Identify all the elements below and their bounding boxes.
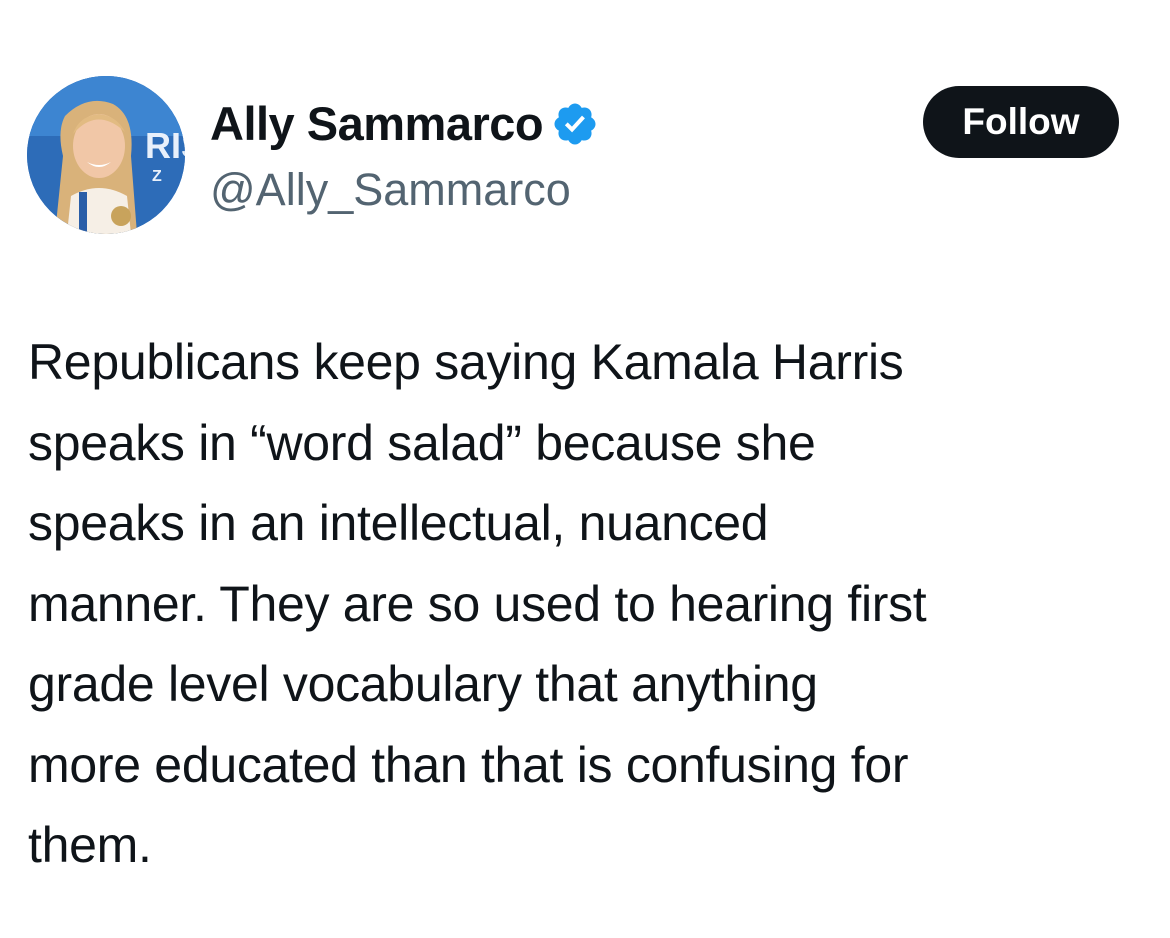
tweet-card: RIS Z Ally Sammarco @Ally_Sammarco Follo… <box>0 0 1170 938</box>
avatar-image: RIS Z <box>27 76 185 234</box>
verified-badge-icon[interactable] <box>551 100 599 148</box>
tweet-text-line: speaks in “word salad” because she <box>28 414 816 471</box>
tweet-text-line: Republicans keep saying Kamala Harris <box>28 334 904 390</box>
author-name-row: Ally Sammarco <box>210 94 599 154</box>
avatar[interactable]: RIS Z <box>27 76 185 234</box>
tweet-text-line: more educated than that is confusing for <box>28 736 909 793</box>
avatar-backdrop-text: RIS <box>145 125 185 166</box>
tweet-text-line: grade level vocabulary that anything <box>28 656 818 712</box>
follow-button[interactable]: Follow <box>923 86 1119 158</box>
tweet-text: Republicans keep saying Kamala Harris sp… <box>28 322 1138 886</box>
avatar-backdrop-text-2: Z <box>152 168 162 185</box>
tweet-text-line: speaks in an intellectual, nuanced <box>28 495 769 551</box>
tweet-text-line: them. <box>28 817 152 873</box>
author-display-name[interactable]: Ally Sammarco <box>210 94 544 154</box>
tweet-text-line: manner. They are so used to hearing firs… <box>28 575 927 632</box>
author-handle[interactable]: @Ally_Sammarco <box>210 160 571 220</box>
